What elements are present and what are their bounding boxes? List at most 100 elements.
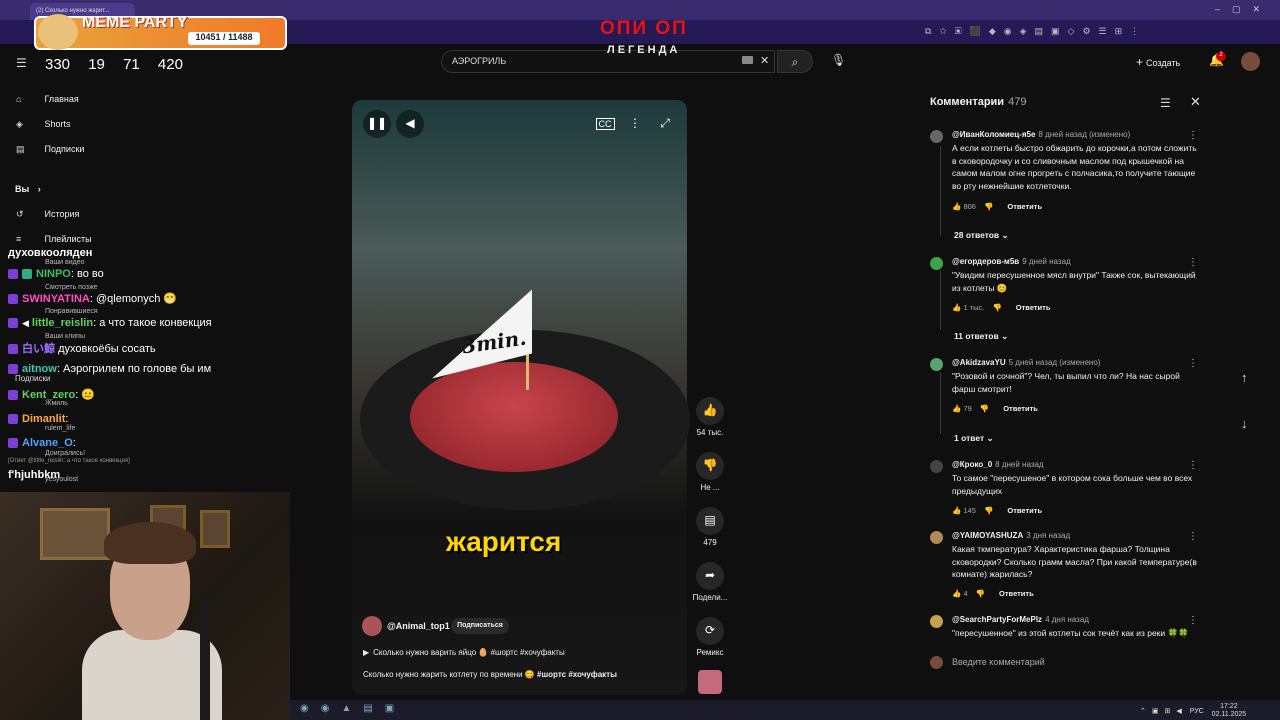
- like-icon: 👍: [696, 397, 724, 425]
- sound-thumbnail[interactable]: [698, 670, 722, 694]
- reply-button[interactable]: Ответить: [1003, 404, 1038, 413]
- search-icon: ⌕: [791, 55, 799, 69]
- comment-header: @AkidzavaYU 5 дней назад (изменено): [952, 358, 1100, 367]
- sidebar-item-home[interactable]: ⌂ Главная: [16, 94, 79, 104]
- comment-avatar[interactable]: [930, 257, 943, 270]
- like-icon[interactable]: 👍: [952, 202, 961, 211]
- clear-search-icon[interactable]: ✕: [760, 54, 769, 67]
- dislike-icon[interactable]: 👎: [984, 202, 993, 211]
- thread-line: [940, 146, 941, 236]
- mute-icon: ◀: [22, 318, 29, 328]
- share-button[interactable]: ➦ Подели...: [690, 562, 730, 602]
- chat-nick: little_reislin: [31, 317, 94, 329]
- comment-avatar[interactable]: [930, 531, 943, 544]
- comment-avatar[interactable]: [930, 615, 943, 628]
- subscribe-button[interactable]: Подписаться: [451, 618, 509, 634]
- create-button[interactable]: + Создать: [1136, 55, 1180, 69]
- reply-button[interactable]: Ответить: [1007, 506, 1042, 515]
- keyboard-icon[interactable]: [742, 56, 753, 64]
- create-label: Создать: [1146, 58, 1181, 68]
- dislike-icon[interactable]: 👎: [980, 404, 989, 413]
- comment-avatar[interactable]: [930, 460, 943, 473]
- extension-icons[interactable]: ⧉☆▣⬛◆◉◈▤▣◇⚙☰⊞⋮: [925, 26, 1147, 37]
- chat-line: Alvane_O:: [8, 437, 76, 449]
- reply-button[interactable]: Ответить: [1016, 303, 1051, 312]
- dislike-button[interactable]: 👎 Не ...: [690, 452, 730, 492]
- channel-avatar[interactable]: [362, 616, 382, 636]
- more-vert-icon[interactable]: ⋮: [1188, 257, 1198, 268]
- dislike-icon[interactable]: 👎: [976, 589, 985, 598]
- comment-author[interactable]: @Кроко_0: [952, 460, 992, 469]
- more-vert-icon[interactable]: ⋮: [1188, 130, 1198, 141]
- sidebar-item-subscriptions[interactable]: ▤ Подписки: [16, 144, 84, 155]
- pause-button[interactable]: ❚❚: [363, 110, 391, 138]
- plus-icon: +: [1136, 55, 1144, 69]
- tray-icons[interactable]: ⌃▣⊞◀: [1140, 708, 1188, 715]
- dislike-icon[interactable]: 👎: [984, 506, 993, 515]
- video-caption: жарится: [446, 526, 562, 557]
- sort-icon[interactable]: ☰: [1160, 96, 1171, 110]
- chevron-down-icon: ⌄: [986, 433, 994, 443]
- comment-author[interactable]: @егордеров-м5в: [952, 257, 1019, 266]
- sidebar-item-history[interactable]: ↺ История: [16, 209, 79, 220]
- like-icon[interactable]: 👍: [952, 303, 961, 312]
- comments-title: Комментарии: [930, 96, 1005, 108]
- search-button[interactable]: ⌕: [777, 50, 813, 73]
- window-controls[interactable]: –▢✕: [1215, 4, 1272, 15]
- like-icon[interactable]: 👍: [952, 589, 961, 598]
- sidebar-section-you[interactable]: Вы ›: [15, 184, 41, 194]
- more-vert-icon[interactable]: ⋮: [1188, 531, 1198, 542]
- more-vert-icon[interactable]: ⋮: [1188, 615, 1198, 626]
- comment-author[interactable]: @ИванКоломиец-я5е: [952, 130, 1035, 139]
- chat-ghost-text: Подписки: [15, 374, 51, 383]
- like-button[interactable]: 👍 54 тыс.: [690, 397, 730, 437]
- description-hashtags[interactable]: #шортс #хочуфакты: [537, 670, 617, 679]
- comment-header: @егордеров-м5в 9 дней назад: [952, 257, 1071, 266]
- more-vert-icon[interactable]: ⋮: [1188, 460, 1198, 471]
- reply-button[interactable]: Ответить: [999, 589, 1034, 598]
- subscriber-badge-icon: [8, 269, 18, 280]
- comment-author[interactable]: @AkidzavaYU: [952, 358, 1006, 367]
- chat-line: Dimanlit:: [8, 413, 68, 425]
- remix-button[interactable]: ⟳ Ремикс: [690, 617, 730, 657]
- subscriber-badge-icon: [8, 294, 18, 305]
- comment-author[interactable]: @YAIMOYASHUZA: [952, 531, 1023, 540]
- menu-icon[interactable]: ☰: [16, 56, 27, 70]
- chat-text: Аэрогрилем по голове бы им: [62, 363, 212, 375]
- comment-input[interactable]: Введите комментарий: [952, 657, 1045, 667]
- dislike-icon[interactable]: 👎: [992, 303, 1001, 312]
- language-indicator[interactable]: РУС: [1190, 708, 1204, 715]
- pause-icon: ❚❚: [366, 116, 388, 130]
- volume-button[interactable]: ◀: [396, 110, 424, 138]
- comment-likes: 145: [963, 506, 976, 515]
- channel-name[interactable]: @Animal_top1: [387, 621, 450, 631]
- more-vert-icon[interactable]: ⋮: [1188, 358, 1198, 369]
- reply-button[interactable]: Ответить: [1007, 202, 1042, 211]
- like-icon[interactable]: 👍: [952, 404, 961, 413]
- replies-toggle[interactable]: 11 ответов ⌄: [954, 331, 1008, 342]
- comment-avatar[interactable]: [930, 358, 943, 371]
- avatar[interactable]: [1241, 52, 1260, 71]
- taskbar-apps[interactable]: ◉◉▲▤▣: [300, 703, 406, 714]
- replies-toggle[interactable]: 28 ответов ⌄: [954, 230, 1009, 241]
- comment-author[interactable]: @SearchPartyForMePlz: [952, 615, 1042, 624]
- chat-ghost-text: Доигрались!: [45, 450, 86, 457]
- subscriber-badge-icon: [8, 390, 18, 401]
- captions-button[interactable]: CC: [591, 110, 619, 138]
- comment-avatar[interactable]: [930, 130, 943, 143]
- microphone-icon[interactable]: 🎙: [831, 53, 846, 67]
- mod-badge-icon: [22, 269, 32, 280]
- replies-toggle[interactable]: 1 ответ ⌄: [954, 433, 994, 444]
- comments-button[interactable]: ▤ 479: [690, 507, 730, 547]
- more-button[interactable]: ⋮: [621, 110, 649, 138]
- fullscreen-button[interactable]: ⤢: [651, 110, 679, 138]
- close-icon[interactable]: ✕: [1190, 94, 1201, 110]
- arrow-down-icon[interactable]: ↓: [1241, 416, 1248, 431]
- share-label: Подели...: [692, 593, 728, 602]
- subscriber-badge-icon: [8, 364, 18, 375]
- related-video-link[interactable]: ▶ Сколько нужно варить яйцо 🥚 #шортс #хоч…: [363, 648, 565, 657]
- arrow-up-icon[interactable]: ↑: [1241, 370, 1248, 385]
- sidebar-item-shorts[interactable]: ◈ Shorts: [16, 119, 71, 130]
- like-icon[interactable]: 👍: [952, 506, 961, 515]
- share-icon: ➦: [696, 562, 724, 590]
